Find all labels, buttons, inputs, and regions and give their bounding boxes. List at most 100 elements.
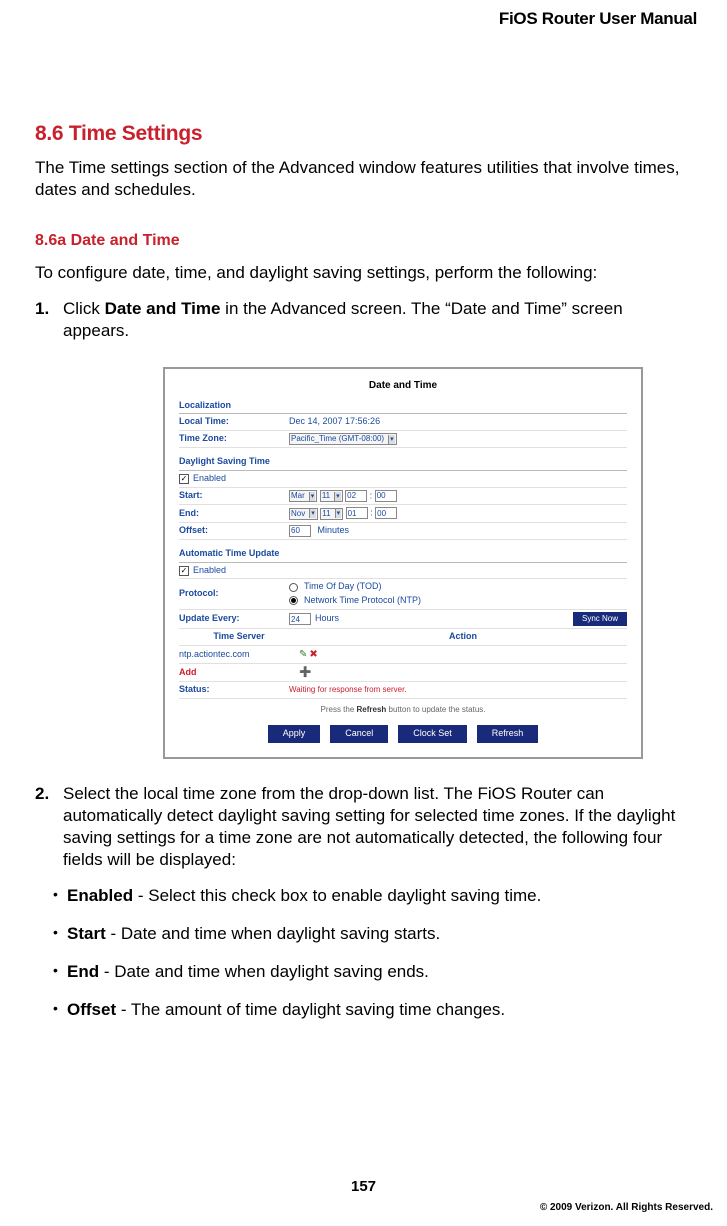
step-1-pre: Click	[63, 299, 105, 318]
step-number: 2.	[35, 783, 49, 805]
dst-enabled-checkbox[interactable]: ✓	[179, 474, 189, 484]
protocol-tod-label: Time Of Day (TOD)	[304, 581, 382, 593]
doc-header-title: FiOS Router User Manual	[499, 8, 697, 30]
chevron-down-icon: ▾	[309, 509, 316, 518]
bullet-start: Start - Date and time when daylight savi…	[53, 923, 692, 945]
dst-enabled-label: Enabled	[193, 473, 226, 485]
add-server-link[interactable]: Add	[179, 667, 299, 679]
update-every-input[interactable]	[289, 613, 311, 625]
offset-input[interactable]	[289, 525, 311, 537]
sc-add-row: Add ➕	[179, 664, 627, 682]
sc-atu-heading: Automatic Time Update	[179, 546, 627, 563]
sc-end-label: End:	[179, 508, 289, 520]
chevron-down-icon: ▾	[388, 435, 395, 444]
bullet-rest: - The amount of time daylight saving tim…	[116, 1000, 505, 1019]
sc-button-row: Apply Cancel Clock Set Refresh	[179, 725, 627, 743]
end-day-select[interactable]: 11 ▾	[320, 508, 343, 520]
protocol-tod-radio[interactable]	[289, 583, 298, 592]
add-icon[interactable]: ➕	[299, 666, 311, 679]
bullet-list: Enabled - Select this check box to enabl…	[35, 885, 692, 1021]
start-month-select[interactable]: Mar ▾	[289, 490, 317, 502]
end-day-value: 11	[322, 509, 330, 519]
step-1-text: Click Date and Time in the Advanced scre…	[63, 299, 623, 340]
sc-localtime-value: Dec 14, 2007 17:56:26	[289, 416, 627, 428]
bullet-enabled: Enabled - Select this check box to enabl…	[53, 885, 692, 907]
page-content: 8.6 Time Settings The Time settings sect…	[35, 120, 692, 1037]
end-min-input[interactable]	[375, 507, 397, 519]
date-time-screenshot: Date and Time Localization Local Time: D…	[163, 367, 643, 759]
bullet-bold: Enabled	[67, 886, 133, 905]
delete-icon[interactable]: ✖	[309, 648, 317, 661]
sc-start-row: Start: Mar▾ 11▾ :	[179, 488, 627, 506]
chevron-down-icon: ▾	[309, 492, 316, 501]
sc-localtime-row: Local Time: Dec 14, 2007 17:56:26	[179, 414, 627, 431]
bullet-offset: Offset - The amount of time daylight sav…	[53, 999, 692, 1021]
copyright-text: © 2009 Verizon. All Rights Reserved.	[540, 1201, 713, 1214]
sc-protocol-label: Protocol:	[179, 588, 289, 600]
sc-refresh-note: Press the Refresh button to update the s…	[179, 705, 627, 715]
config-instruction: To configure date, time, and daylight sa…	[35, 262, 692, 284]
sc-localtime-label: Local Time:	[179, 416, 289, 428]
sc-start-label: Start:	[179, 490, 289, 502]
apply-button[interactable]: Apply	[268, 725, 321, 743]
sc-enabled-row: ✓ Enabled	[179, 471, 627, 488]
timezone-value: Pacific_Time (GMT-08:00)	[291, 434, 384, 444]
action-col: Action	[299, 631, 627, 643]
sc-timeserver-header: Time Server Action	[179, 629, 627, 646]
sc-protocol-row: Protocol: Time Of Day (TOD) Network Time…	[179, 579, 627, 609]
section-intro: The Time settings section of the Advance…	[35, 157, 692, 201]
sc-title: Date and Time	[179, 379, 627, 392]
start-day-value: 11	[322, 491, 330, 501]
start-day-select[interactable]: 11 ▾	[320, 490, 343, 502]
sc-end-row: End: Nov▾ 11▾ :	[179, 505, 627, 523]
sc-dst-heading: Daylight Saving Time	[179, 454, 627, 471]
start-month-value: Mar	[291, 491, 305, 501]
bullet-rest: - Select this check box to enable daylig…	[133, 886, 541, 905]
bullet-bold: Start	[67, 924, 106, 943]
step-1-bold: Date and Time	[105, 299, 221, 318]
sc-atu-enabled-row: ✓ Enabled	[179, 563, 627, 580]
section-heading: 8.6 Time Settings	[35, 120, 692, 147]
protocol-ntp-label: Network Time Protocol (NTP)	[304, 595, 421, 607]
timezone-select[interactable]: Pacific_Time (GMT-08:00) ▾	[289, 433, 397, 445]
refresh-button[interactable]: Refresh	[477, 725, 539, 743]
start-hour-input[interactable]	[345, 490, 367, 502]
atu-enabled-label: Enabled	[193, 565, 226, 577]
step-2-text: Select the local time zone from the drop…	[63, 784, 675, 869]
atu-enabled-checkbox[interactable]: ✓	[179, 566, 189, 576]
bullet-bold: End	[67, 962, 99, 981]
sc-update-label: Update Every:	[179, 613, 289, 625]
end-hour-input[interactable]	[346, 507, 368, 519]
edit-icon[interactable]: ✎	[299, 648, 307, 661]
bullet-end: End - Date and time when daylight saving…	[53, 961, 692, 983]
update-every-unit: Hours	[315, 613, 573, 625]
end-month-value: Nov	[291, 509, 305, 519]
sc-offset-label: Offset:	[179, 525, 289, 537]
chevron-down-icon: ▾	[335, 509, 342, 518]
offset-unit: Minutes	[318, 525, 350, 535]
step-number: 1.	[35, 298, 49, 320]
start-min-input[interactable]	[375, 490, 397, 502]
refresh-word: Refresh	[357, 705, 387, 714]
sc-server-row: ntp.actiontec.com ✎ ✖	[179, 646, 627, 664]
sc-timezone-label: Time Zone:	[179, 433, 289, 445]
clock-set-button[interactable]: Clock Set	[398, 725, 467, 743]
sync-now-button[interactable]: Sync Now	[573, 612, 627, 626]
subsection-heading: 8.6a Date and Time	[35, 231, 692, 252]
step-1: 1. Click Date and Time in the Advanced s…	[35, 298, 692, 758]
step-2: 2. Select the local time zone from the d…	[35, 783, 692, 871]
time-server-col: Time Server	[179, 631, 299, 643]
sc-update-row: Update Every: Hours Sync Now	[179, 610, 627, 629]
end-month-select[interactable]: Nov ▾	[289, 508, 318, 520]
sc-localization-heading: Localization	[179, 398, 627, 415]
bullet-rest: - Date and time when daylight saving sta…	[106, 924, 441, 943]
bullet-rest: - Date and time when daylight saving end…	[99, 962, 429, 981]
protocol-ntp-radio[interactable]	[289, 596, 298, 605]
server-host: ntp.actiontec.com	[179, 649, 299, 661]
page-number: 157	[0, 1177, 727, 1197]
cancel-button[interactable]: Cancel	[330, 725, 388, 743]
bullet-bold: Offset	[67, 1000, 116, 1019]
steps-list: 1. Click Date and Time in the Advanced s…	[35, 298, 692, 871]
chevron-down-icon: ▾	[334, 492, 341, 501]
sc-offset-row: Offset: Minutes	[179, 523, 627, 540]
